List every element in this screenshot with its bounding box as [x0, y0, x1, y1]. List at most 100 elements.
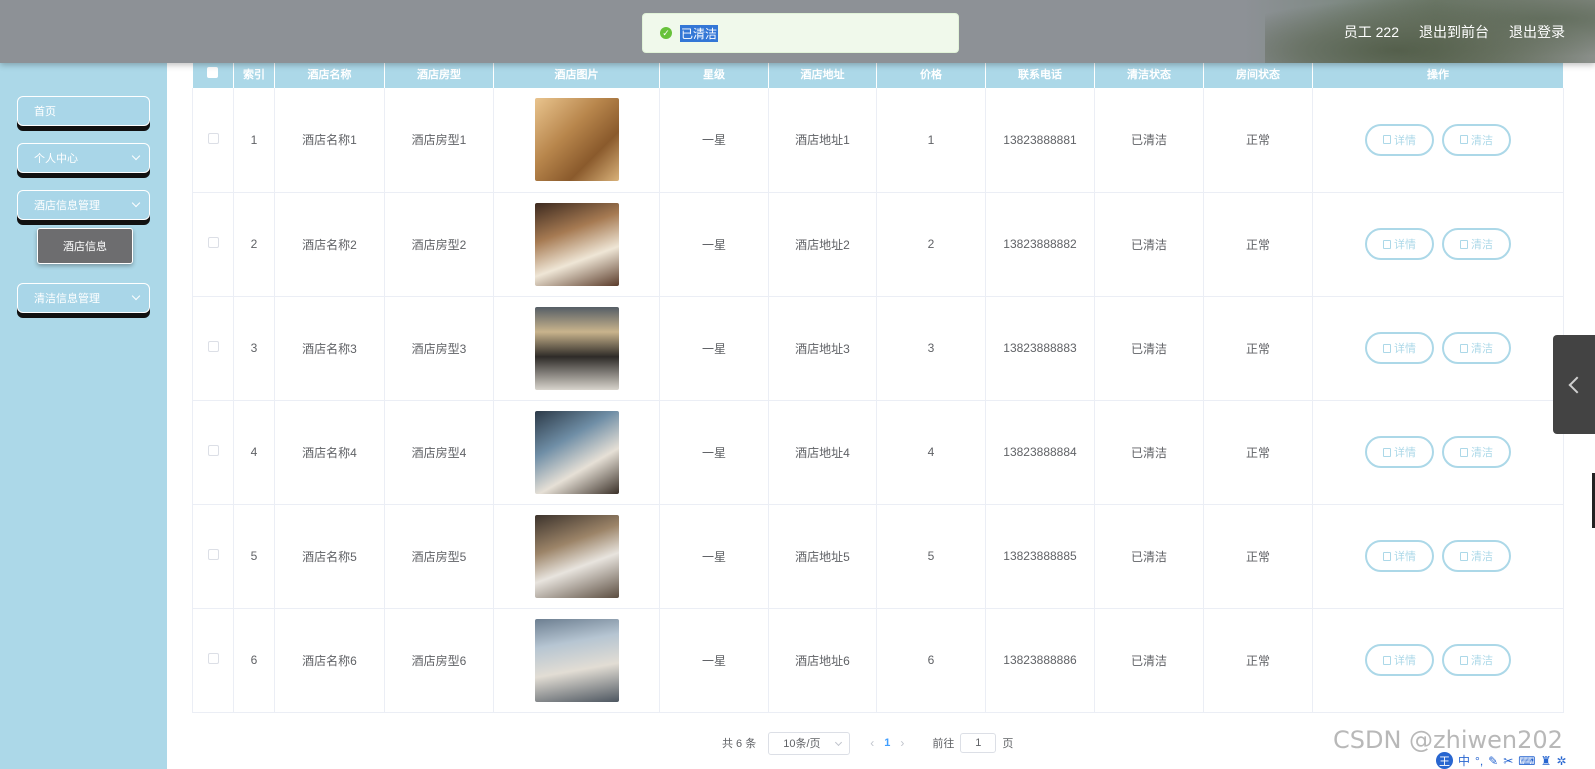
cell-index: 4: [233, 400, 275, 505]
clean-button-label: 清洁: [1471, 655, 1493, 667]
hotel-room-photo[interactable]: [534, 410, 619, 494]
sidebar-item-label: 酒店信息管理: [34, 200, 100, 212]
success-toast: ✓ 已清洁: [642, 13, 959, 53]
column-header: 清洁状态: [1094, 59, 1204, 88]
chevron-down-icon: [131, 291, 141, 301]
clean-button[interactable]: 清洁: [1442, 644, 1511, 676]
ime-logo-icon[interactable]: 王: [1436, 752, 1453, 769]
shirt-icon[interactable]: ♜: [1541, 754, 1552, 768]
scissors-icon[interactable]: ✂: [1503, 754, 1513, 768]
pagination-total: 共 6 条: [722, 738, 757, 750]
table-row: 4 酒店名称4 酒店房型4 一星 酒店地址4 4 13823888884 已清洁 正常 详情 清洁: [192, 400, 1564, 505]
cell-star-rating: 一星: [659, 504, 769, 609]
row-checkbox[interactable]: [207, 445, 219, 456]
logout-link[interactable]: 退出登录: [1509, 22, 1565, 42]
detail-button[interactable]: 详情: [1365, 644, 1434, 676]
cell-hotel-image: [493, 400, 660, 505]
clean-button[interactable]: 清洁: [1442, 332, 1511, 364]
cell-hotel-image: [493, 88, 660, 193]
sidebar-item-cleaning-info-management[interactable]: 清洁信息管理: [17, 283, 150, 313]
detail-button[interactable]: 详情: [1365, 540, 1434, 572]
clean-button[interactable]: 清洁: [1442, 123, 1511, 156]
cell-hotel-address: 酒店地址1: [768, 88, 877, 193]
cell-star-rating: 一星: [659, 192, 769, 297]
prev-page-icon[interactable]: ‹: [870, 736, 874, 750]
cell-room-type: 酒店房型4: [384, 400, 494, 505]
sidebar-item-label: 清洁信息管理: [34, 293, 100, 305]
cell-hotel-name: 酒店名称4: [274, 400, 385, 505]
cell-hotel-address: 酒店地址5: [768, 504, 877, 609]
clean-button[interactable]: 清洁: [1442, 228, 1511, 260]
detail-button[interactable]: 详情: [1365, 332, 1434, 364]
keyboard-icon[interactable]: ⌨: [1518, 754, 1535, 768]
row-checkbox[interactable]: [207, 341, 219, 352]
cell-hotel-name: 酒店名称5: [274, 504, 385, 609]
table-row: 2 酒店名称2 酒店房型2 一星 酒店地址2 2 13823888882 已清洁 正常 详情 清洁: [192, 192, 1564, 297]
ime-punctuation-icon[interactable]: °,: [1475, 754, 1483, 768]
table-row: 6 酒店名称6 酒店房型6 一星 酒店地址6 6 13823888886 已清洁 正常 详情 清洁: [192, 608, 1564, 713]
side-drawer-toggle[interactable]: [1553, 335, 1595, 434]
clean-button-label: 清洁: [1471, 551, 1493, 563]
cell-actions: 详情 清洁: [1312, 608, 1564, 713]
clean-button[interactable]: 清洁: [1442, 540, 1511, 572]
row-select-cell: [192, 296, 234, 401]
detail-button[interactable]: 详情: [1365, 228, 1434, 260]
row-checkbox[interactable]: [207, 132, 219, 144]
clean-button[interactable]: 清洁: [1442, 436, 1511, 468]
table-row: 1 酒店名称1 酒店房型1 一星 酒店地址1 1 13823888881 已清洁 正常 详情 清洁: [192, 88, 1564, 193]
back-to-frontend-link[interactable]: 退出到前台: [1419, 22, 1489, 42]
goto-page-input[interactable]: 1: [960, 733, 997, 753]
hotel-room-photo[interactable]: [534, 618, 619, 702]
detail-button[interactable]: 详情: [1365, 436, 1434, 468]
sidebar-item-hotel-info-management[interactable]: 酒店信息管理: [17, 190, 150, 220]
hotel-room-photo[interactable]: [534, 202, 619, 286]
document-icon: [1460, 343, 1468, 353]
table-row: 3 酒店名称3 酒店房型3 一星 酒店地址3 3 13823888883 已清洁 正常 详情 清洁: [192, 296, 1564, 401]
cell-price: 6: [876, 608, 986, 713]
sidebar-item-label: 个人中心: [34, 153, 78, 165]
next-page-icon[interactable]: ›: [900, 736, 904, 750]
document-icon: [1383, 239, 1391, 249]
current-page-number[interactable]: 1: [884, 737, 890, 749]
select-all-checkbox[interactable]: [207, 66, 219, 78]
cell-price: 4: [876, 400, 986, 505]
sidebar-item-label: 首页: [34, 106, 56, 118]
cell-room-type: 酒店房型6: [384, 608, 494, 713]
hotel-room-photo[interactable]: [534, 306, 619, 390]
cell-hotel-name: 酒店名称2: [274, 192, 385, 297]
document-icon: [1460, 447, 1468, 457]
hotel-room-photo[interactable]: [534, 98, 619, 182]
row-actions: 详情 清洁: [1313, 123, 1563, 156]
row-actions: 详情 清洁: [1313, 228, 1563, 260]
row-checkbox[interactable]: [207, 549, 219, 560]
row-checkbox[interactable]: [207, 237, 219, 248]
clean-button-label: 清洁: [1471, 447, 1493, 459]
cell-actions: 详情 清洁: [1312, 504, 1564, 609]
chevron-down-icon: [131, 198, 141, 208]
cell-hotel-name: 酒店名称3: [274, 296, 385, 401]
cell-clean-status: 已清洁: [1094, 296, 1204, 401]
sidebar-item-personal-center[interactable]: 个人中心: [17, 143, 150, 173]
page-size-select[interactable]: 10条/页: [768, 731, 851, 755]
page-suffix-label: 页: [1002, 738, 1014, 750]
gear-icon[interactable]: ✲: [1556, 754, 1566, 768]
cell-hotel-address: 酒店地址4: [768, 400, 877, 505]
hotel-room-photo[interactable]: [534, 514, 619, 598]
document-icon: [1383, 135, 1391, 145]
detail-button[interactable]: 详情: [1365, 123, 1434, 156]
cell-price: 5: [876, 504, 986, 609]
ime-mode-toggle[interactable]: 中: [1458, 752, 1470, 769]
document-icon: [1383, 343, 1391, 353]
row-select-cell: [192, 400, 234, 505]
cell-room-status: 正常: [1203, 296, 1313, 401]
row-checkbox[interactable]: [207, 653, 219, 664]
detail-button-label: 详情: [1394, 134, 1416, 147]
cell-room-type: 酒店房型3: [384, 296, 494, 401]
csdn-watermark: CSDN @zhiwen202: [1333, 726, 1563, 754]
sidebar-item-home[interactable]: 首页: [17, 96, 150, 126]
column-header: 酒店房型: [384, 59, 494, 88]
pen-icon[interactable]: ✎: [1488, 754, 1498, 768]
header-nav: 员工 222 退出到前台 退出登录: [1344, 0, 1565, 63]
cell-index: 6: [233, 608, 275, 713]
sidebar-subitem-hotel-info[interactable]: 酒店信息: [37, 228, 133, 264]
